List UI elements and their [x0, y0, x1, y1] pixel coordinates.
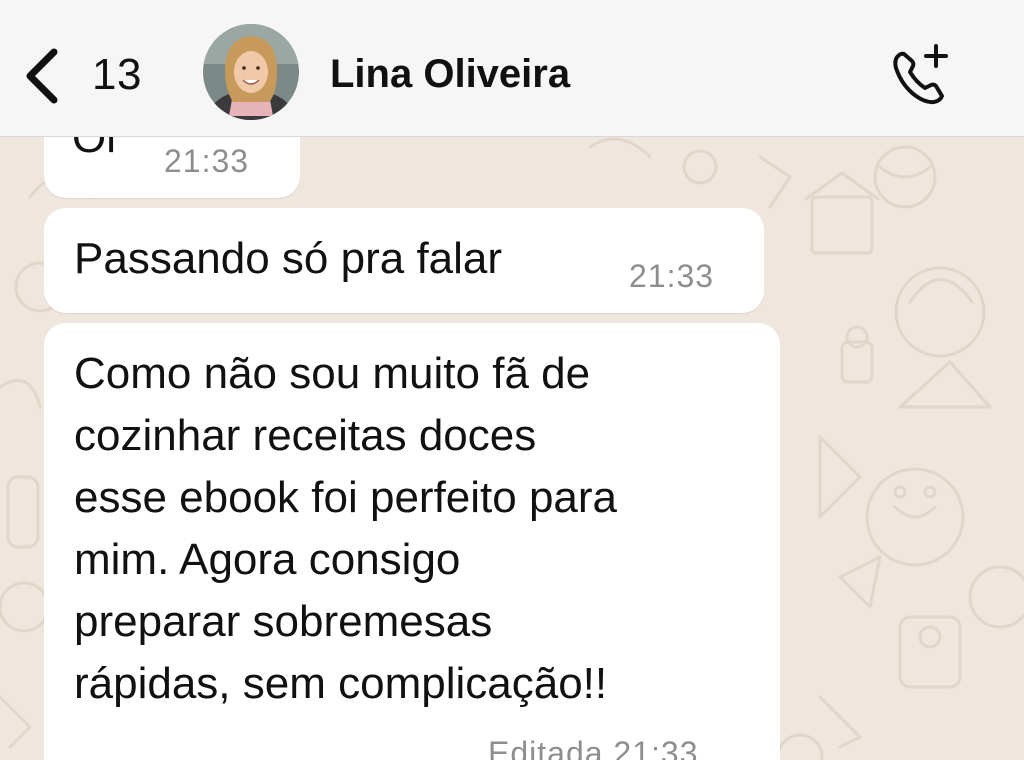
chat-area[interactable]: Oi 21:33 Passando só pra falar 21:33 Com…: [0, 137, 1024, 760]
contact-avatar[interactable]: [203, 24, 299, 120]
phone-add-icon: [893, 44, 948, 105]
message-text: Passando só pra falar: [74, 234, 503, 283]
message-text: Oi: [72, 137, 116, 162]
message-timestamp: 21:33: [629, 258, 715, 294]
message-text: Como não sou muito fã de cozinhar receit…: [74, 349, 618, 708]
message-bubble[interactable]: Como não sou muito fã de cozinhar receit…: [44, 323, 780, 760]
back-button[interactable]: 13: [22, 44, 172, 108]
unread-count: 13: [92, 50, 142, 99]
contact-name[interactable]: Lina Oliveira: [330, 52, 570, 97]
message-bubble[interactable]: Passando só pra falar 21:33: [44, 208, 764, 313]
chevron-left-icon: [26, 48, 58, 104]
chat-header: 13 Lina Oliveira: [0, 0, 1024, 137]
add-call-button[interactable]: [884, 40, 956, 112]
message-bubble[interactable]: Oi 21:33: [44, 137, 300, 198]
message-timestamp: Editada 21:33: [488, 735, 699, 760]
message-timestamp: 21:33: [164, 143, 250, 179]
